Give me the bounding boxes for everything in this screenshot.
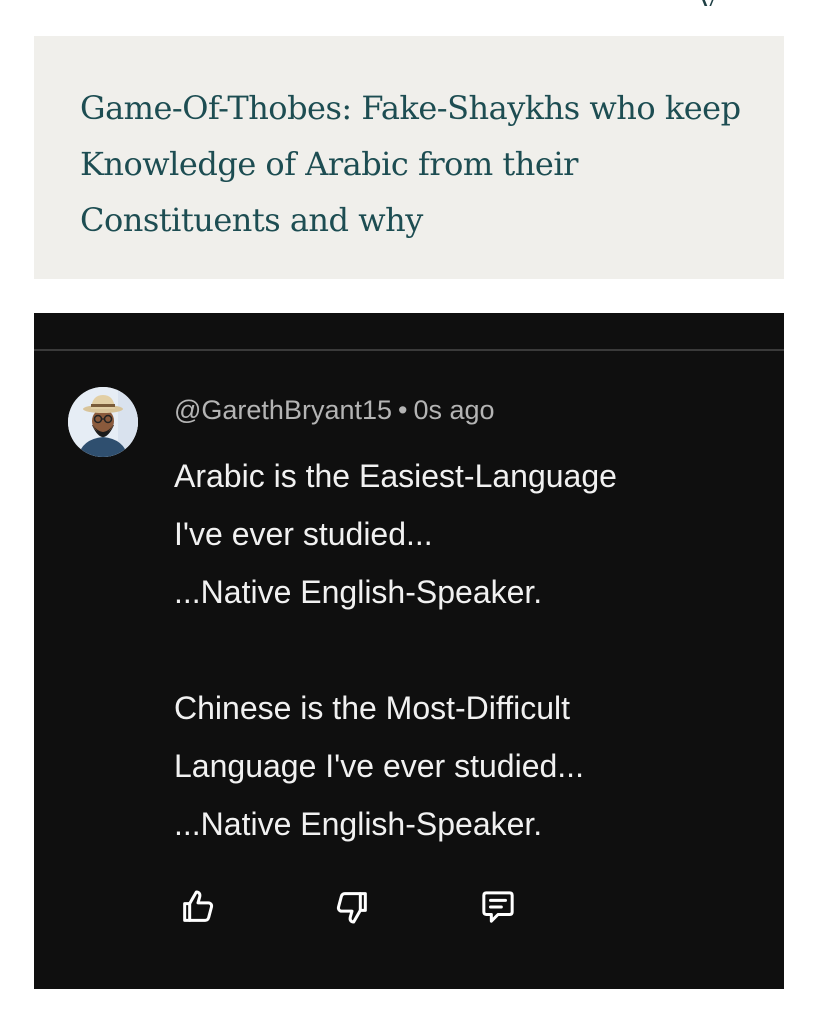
comment-line: Arabic is the Easiest-Language <box>174 458 617 494</box>
comment-timestamp: 0s ago <box>413 395 495 425</box>
article-card[interactable]: Game-Of-Thobes: Fake-Shaykhs who keep Kn… <box>34 36 784 279</box>
like-button[interactable] <box>174 885 222 933</box>
comment-card: @GarethBryant15 • 0s ago Arabic is the Eas… <box>34 313 784 989</box>
comment-body: Arabic is the Easiest-Language I've ever… <box>174 447 764 853</box>
thumbs-up-icon <box>178 887 218 932</box>
comment-line: Chinese is the Most-Difficult <box>174 690 570 726</box>
comment-line: ...Native English-Speaker. <box>174 574 543 610</box>
meta-separator: • <box>398 395 408 425</box>
comment-actions <box>174 885 574 935</box>
thumbs-down-icon <box>332 887 372 932</box>
dislike-button[interactable] <box>328 885 376 933</box>
comment-author[interactable]: @GarethBryant15 <box>174 395 392 425</box>
comment-line: ...Native English-Speaker. <box>174 806 543 842</box>
comment-line: Language I've ever studied... <box>174 748 584 784</box>
comment-icon <box>478 887 518 932</box>
comment-line-break <box>174 621 764 679</box>
reply-button[interactable] <box>474 885 522 933</box>
divider <box>34 349 784 351</box>
comment-meta: @GarethBryant15 • 0s ago <box>174 395 495 426</box>
cropped-text-remnant: y <box>700 0 724 6</box>
screenshot: y Game-Of-Thobes: Fake-Shaykhs who keep … <box>0 0 817 1024</box>
article-title[interactable]: Game-Of-Thobes: Fake-Shaykhs who keep Kn… <box>80 80 744 248</box>
comment-line: I've ever studied... <box>174 516 433 552</box>
avatar[interactable] <box>68 387 138 457</box>
